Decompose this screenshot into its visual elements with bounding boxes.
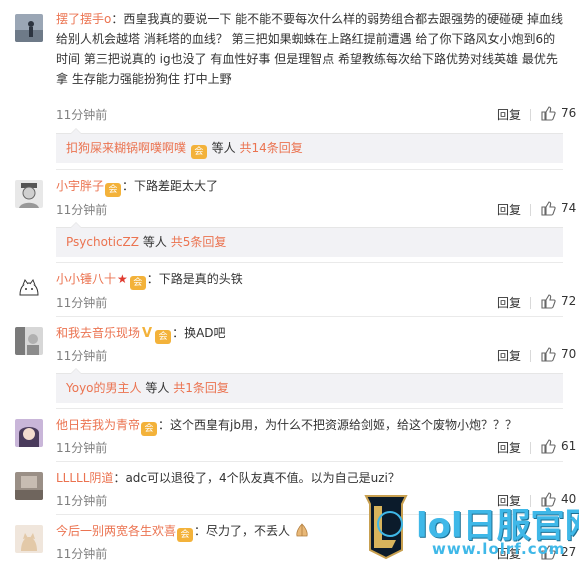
vip-badge-icon: 会: [155, 330, 172, 344]
comment-content: 换AD吧: [184, 326, 226, 340]
divider: [56, 408, 563, 409]
reply-button[interactable]: 回复: [497, 294, 521, 311]
comment-content: 尽力了，不丢人: [206, 524, 291, 538]
timestamp: 11分钟前: [56, 296, 108, 310]
reply-button[interactable]: 回复: [497, 347, 521, 364]
timestamp: 11分钟前: [56, 494, 108, 508]
divider: [56, 316, 563, 317]
pray-hands-icon: [296, 523, 308, 537]
like-button[interactable]: 72: [540, 293, 576, 309]
avatar-sketch-icon: [15, 180, 43, 208]
vip-badge-icon: 会: [190, 145, 207, 159]
watermark-url: www.lolrf.com: [432, 540, 566, 558]
avatar[interactable]: [15, 472, 43, 500]
avatar-anime-icon: [15, 419, 43, 447]
like-button[interactable]: 74: [540, 200, 576, 216]
avatar-cat2-icon: [15, 525, 43, 553]
divider: [530, 297, 531, 309]
vip-badge-icon: 会: [105, 183, 122, 197]
lol-logo-icon: [360, 494, 412, 560]
avatar-cat-icon: [15, 273, 43, 301]
subreply-summary[interactable]: PsychoticZZ 等人 共5条回复: [56, 222, 563, 257]
reply-button[interactable]: 回复: [497, 201, 521, 218]
comment-content: 西皇我真的要说一下 能不能不要每次什么样的弱势组合都去跟强势的硬碰硬 掉血线 给…: [56, 12, 563, 86]
username-link[interactable]: LLLLL阴道: [56, 471, 113, 485]
comment-content: 这个西皇有jb用，为什么不把资源给剑姬，给这个废物小炮？？？: [170, 418, 517, 432]
username-link[interactable]: 他日若我为青帝: [56, 418, 140, 432]
comment-text: 摆了摆手o：西皇我真的要说一下 能不能不要每次什么样的弱势组合都去跟强势的硬碰硬…: [56, 12, 563, 86]
timestamp: 11分钟前: [56, 441, 108, 455]
subreply-user-link[interactable]: Yoyo的男主人: [66, 381, 142, 395]
subreply-user-link[interactable]: 扣狗屎来糊锅啊噗啊噗: [66, 141, 186, 155]
divider: [530, 442, 531, 454]
divider: [56, 262, 563, 263]
comment-text: 小宇胖子会：下路差距太大了: [56, 179, 219, 197]
comment-text: LLLLL阴道：adc可以退役了，4个队友真不值。以为自己是uzi？: [56, 471, 400, 485]
subreply-middle: 等人: [211, 141, 236, 155]
like-count: 74: [561, 201, 577, 215]
comment-content: 下路是真的头铁: [158, 272, 243, 286]
reply-button[interactable]: 回复: [497, 106, 521, 123]
divider: [530, 350, 531, 362]
thumbs-up-icon: [541, 201, 556, 216]
thumbs-up-icon: [541, 439, 556, 454]
subreply-count-link[interactable]: 共1条回复: [173, 381, 229, 395]
site-watermark: lol日服官网 www.lolrf.com: [360, 494, 579, 560]
like-count: 61: [561, 439, 577, 453]
like-count: 72: [561, 294, 577, 308]
username-link[interactable]: 小小锤八十: [56, 272, 116, 286]
comment-content: 下路差距太大了: [134, 179, 219, 193]
avatar[interactable]: [15, 525, 43, 553]
timestamp: 11分钟前: [56, 547, 108, 561]
divider: [56, 461, 563, 462]
avatar[interactable]: [15, 273, 43, 301]
timestamp: 11分钟前: [56, 349, 108, 363]
like-button[interactable]: 76: [540, 105, 576, 121]
thumbs-up-icon: [541, 294, 556, 309]
thumbs-up-icon: [541, 106, 556, 121]
avatar-person-icon: [15, 14, 43, 42]
subreply-middle: 等人: [145, 381, 170, 395]
like-count: 76: [561, 106, 577, 120]
avatar[interactable]: [15, 327, 43, 355]
subreply-count-link[interactable]: 共5条回复: [171, 235, 227, 249]
avatar[interactable]: [15, 180, 43, 208]
timestamp: 11分钟前: [56, 108, 108, 122]
star-badge-icon: ★: [117, 272, 128, 286]
subreply-middle: 等人: [142, 235, 167, 249]
like-button[interactable]: 70: [540, 346, 576, 362]
vip-badge-icon: 会: [129, 276, 146, 290]
subreply-user-link[interactable]: PsychoticZZ: [66, 235, 139, 249]
username-link[interactable]: 摆了摆手o: [56, 12, 111, 26]
comment-content: adc可以退役了，4个队友真不值。以为自己是uzi？: [125, 471, 400, 485]
subreply-summary[interactable]: 扣狗屎来糊锅啊噗啊噗 会 等人 共14条回复: [56, 128, 563, 163]
thumbs-up-icon: [541, 347, 556, 362]
vip-badge-icon: 会: [177, 528, 194, 542]
divider: [530, 109, 531, 121]
avatar[interactable]: [15, 14, 43, 42]
comment-text: 和我去音乐现场 V 会：换AD吧: [56, 326, 226, 344]
avatar-text-icon: [15, 472, 43, 500]
verified-v-icon: V: [142, 326, 153, 341]
comment-text: 他日若我为青帝会：这个西皇有jb用，为什么不把资源给剑姬，给这个废物小炮？？？: [56, 418, 517, 436]
comment-text: 小小锤八十★ 会：下路是真的头铁: [56, 269, 565, 290]
avatar[interactable]: [15, 419, 43, 447]
reply-button[interactable]: 回复: [497, 439, 521, 456]
username-link[interactable]: 和我去音乐现场: [56, 326, 140, 340]
like-button[interactable]: 61: [540, 438, 576, 454]
vip-badge-icon: 会: [141, 422, 158, 436]
subreply-count-link[interactable]: 共14条回复: [240, 141, 303, 155]
divider: [530, 204, 531, 216]
username-link[interactable]: 今后一别两宽各生欢喜: [56, 524, 176, 538]
like-count: 70: [561, 347, 577, 361]
divider: [56, 169, 563, 170]
timestamp: 11分钟前: [56, 203, 108, 217]
subreply-summary[interactable]: Yoyo的男主人 等人 共1条回复: [56, 368, 563, 403]
username-link[interactable]: 小宇胖子: [56, 179, 104, 193]
avatar-photo-icon: [15, 327, 43, 355]
